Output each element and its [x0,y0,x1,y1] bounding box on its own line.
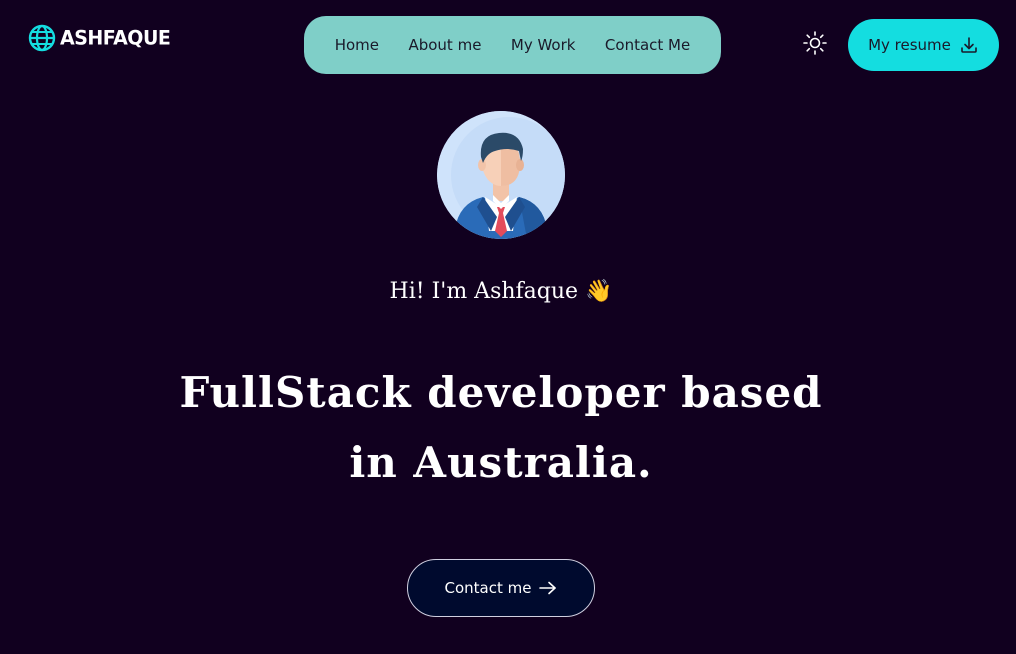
brand-logo[interactable]: ASHFAQUE [28,24,171,52]
waving-hand-icon: 👋 [585,279,613,304]
download-icon [961,37,977,53]
hero-greeting: Hi! I'm Ashfaque 👋 [0,279,1002,304]
businessman-avatar-illustration [437,111,565,239]
greeting-text: Hi! I'm Ashfaque [389,279,579,304]
globe-icon [28,24,56,52]
arrow-right-icon [539,581,557,595]
sun-icon [803,31,827,55]
main-nav: Home About me My Work Contact Me [304,16,721,74]
avatar [437,111,565,239]
hero-headline: FullStack developer based in Australia. [179,368,823,487]
nav-item-about[interactable]: About me [408,36,481,54]
nav-item-work[interactable]: My Work [511,36,576,54]
theme-toggle-button[interactable] [801,29,829,57]
contact-button-label: Contact me [444,579,532,597]
resume-button[interactable]: My resume [848,19,999,71]
nav-item-home[interactable]: Home [335,36,379,54]
contact-me-button[interactable]: Contact me [407,559,595,617]
nav-item-contact[interactable]: Contact Me [605,36,690,54]
resume-button-label: My resume [868,36,951,54]
brand-name: ASHFAQUE [60,26,171,50]
